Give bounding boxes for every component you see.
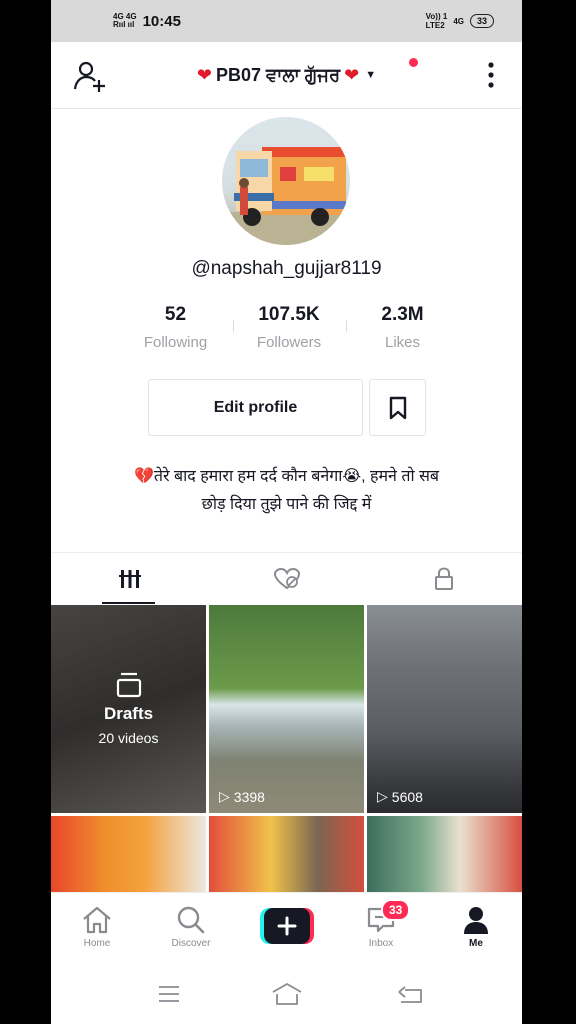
recent-apps-icon[interactable] bbox=[157, 985, 181, 1003]
hidden-heart-icon bbox=[273, 568, 300, 590]
signal-indicator: 4G 4G Rııl ııl bbox=[113, 12, 137, 29]
stat-followers[interactable]: 107.5K Followers bbox=[232, 304, 346, 351]
account-switcher[interactable]: ❤ PB07 ਵਾਲਾ ਗੁੱਜਰ ❤ ▼ bbox=[197, 65, 376, 86]
nav-discover[interactable]: Discover bbox=[151, 893, 231, 965]
profile-header: ❤ PB07 ਵਾਲਾ ਗੁੱਜਰ ❤ ▼ bbox=[51, 42, 522, 109]
video-tile[interactable] bbox=[367, 816, 522, 892]
system-navigation-bar bbox=[51, 964, 522, 1024]
account-name: PB07 ਵਾਲਾ ਗੁੱਜਰ bbox=[215, 64, 341, 85]
video-tile[interactable] bbox=[51, 816, 206, 892]
battery-icon: 33 bbox=[469, 14, 494, 28]
drafts-count: 20 videos bbox=[98, 730, 159, 746]
stat-likes[interactable]: 2.3M Likes bbox=[346, 304, 459, 351]
play-icon: ▷ bbox=[219, 788, 230, 804]
tab-liked[interactable] bbox=[208, 553, 365, 605]
clock: 10:45 bbox=[142, 12, 181, 30]
volte-indicator: Vo)) 1 LTE2 bbox=[425, 12, 448, 30]
tab-private[interactable] bbox=[365, 553, 522, 605]
tab-videos[interactable] bbox=[51, 553, 208, 605]
username: @napshah_gujjar8119 bbox=[191, 258, 382, 279]
inbox-badge: 33 bbox=[381, 899, 411, 921]
video-tile[interactable] bbox=[209, 816, 364, 892]
stat-following[interactable]: 52 Following bbox=[119, 304, 232, 351]
back-icon[interactable] bbox=[397, 984, 423, 1004]
profile-bio: 💔तेरे बाद हमारा हम दर्द कौन बनेगा😭, हमने… bbox=[133, 468, 440, 513]
truck-photo bbox=[222, 147, 350, 245]
bookmark-icon bbox=[389, 396, 406, 419]
view-count: ▷ 5608 bbox=[377, 788, 423, 805]
status-bar: 4G 4G Rııl ııl 10:45 Vo)) 1 LTE2 4G 33 bbox=[51, 0, 522, 42]
active-tab-indicator bbox=[102, 602, 155, 604]
avatar[interactable] bbox=[222, 117, 350, 245]
video-grid: Drafts 20 videos ▷ 3398 ▷ 5608 bbox=[51, 605, 522, 892]
more-options-icon[interactable] bbox=[488, 62, 494, 88]
search-icon bbox=[177, 906, 205, 934]
profile-tabs bbox=[51, 552, 522, 605]
nav-home[interactable]: Home bbox=[57, 893, 137, 965]
heart-icon: ❤ bbox=[344, 64, 360, 85]
play-icon: ▷ bbox=[377, 788, 388, 804]
edit-profile-button[interactable]: Edit profile bbox=[148, 379, 363, 436]
profile-icon bbox=[464, 907, 488, 934]
favorites-button[interactable] bbox=[369, 379, 426, 436]
drafts-title: Drafts bbox=[103, 704, 154, 723]
create-button[interactable] bbox=[260, 908, 314, 944]
drafts-icon bbox=[116, 672, 141, 698]
profile-stats: 52 Following 107.5K Followers 2.3M Likes bbox=[119, 304, 459, 351]
video-tile[interactable]: ▷ 3398 bbox=[209, 605, 364, 813]
grid-icon bbox=[118, 570, 141, 588]
notification-dot bbox=[409, 58, 418, 67]
chevron-down-icon: ▼ bbox=[365, 69, 377, 81]
phone-screen: 4G 4G Rııl ııl 10:45 Vo)) 1 LTE2 4G 33 ❤… bbox=[51, 0, 522, 1024]
video-tile[interactable]: ▷ 5608 bbox=[367, 605, 522, 813]
view-count: ▷ 3398 bbox=[219, 788, 265, 805]
home-icon bbox=[83, 906, 111, 934]
add-user-icon[interactable] bbox=[73, 60, 107, 92]
lock-icon bbox=[434, 567, 453, 590]
heart-icon: ❤ bbox=[196, 64, 212, 85]
bottom-navigation: Home Discover Inbox 33 Me bbox=[51, 892, 522, 965]
system-home-icon[interactable] bbox=[271, 982, 303, 1006]
drafts-tile[interactable]: Drafts 20 videos bbox=[51, 605, 206, 813]
nav-me[interactable]: Me bbox=[436, 893, 516, 965]
network-indicator: 4G bbox=[453, 16, 464, 26]
